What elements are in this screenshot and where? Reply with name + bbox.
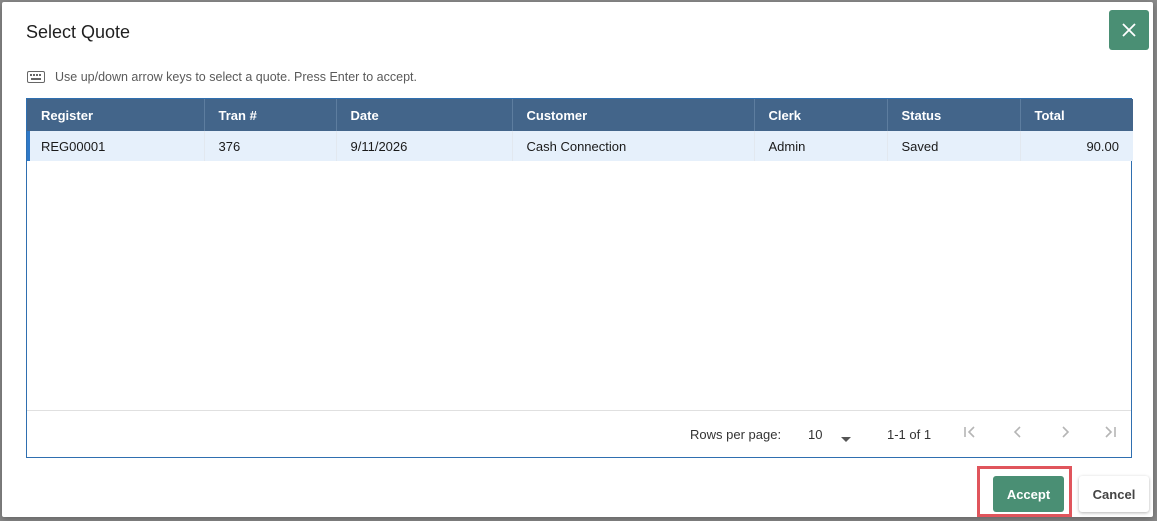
column-header-customer[interactable]: Customer — [512, 99, 755, 131]
column-header-clerk[interactable]: Clerk — [754, 99, 888, 131]
column-header-status[interactable]: Status — [887, 99, 1021, 131]
cell-total: 90.00 — [1020, 131, 1133, 161]
cell-clerk: Admin — [754, 131, 888, 161]
first-page-icon[interactable] — [963, 425, 977, 439]
hint-text: Use up/down arrow keys to select a quote… — [55, 70, 417, 84]
accept-button[interactable]: Accept — [993, 476, 1064, 512]
keyboard-hint: Use up/down arrow keys to select a quote… — [27, 70, 417, 84]
next-page-icon[interactable] — [1058, 425, 1072, 439]
cell-date: 9/11/2026 — [336, 131, 513, 161]
last-page-icon[interactable] — [1103, 425, 1117, 439]
cell-customer: Cash Connection — [512, 131, 755, 161]
cancel-button[interactable]: Cancel — [1079, 476, 1149, 512]
pagination-bar: Rows per page: 10 1-1 of 1 — [27, 410, 1131, 457]
table-header-row: Register Tran # Date Customer Clerk Stat… — [27, 99, 1133, 131]
quotes-table: Register Tran # Date Customer Clerk Stat… — [27, 99, 1133, 161]
cell-register: REG00001 — [27, 131, 205, 161]
column-header-tran[interactable]: Tran # — [204, 99, 337, 131]
close-icon — [1122, 23, 1136, 37]
chevron-down-icon[interactable] — [841, 431, 851, 446]
rows-per-page-label: Rows per page: — [690, 426, 782, 442]
cell-tran: 376 — [204, 131, 337, 161]
rows-per-page-select[interactable]: 10 — [808, 427, 822, 442]
quotes-grid: Register Tran # Date Customer Clerk Stat… — [26, 98, 1133, 458]
table-row[interactable]: REG00001 376 9/11/2026 Cash Connection A… — [27, 131, 1133, 161]
page-range: 1-1 of 1 — [887, 426, 932, 442]
close-button[interactable] — [1109, 10, 1149, 50]
column-header-register[interactable]: Register — [27, 99, 205, 131]
select-quote-dialog: Select Quote Use up/down arrow keys to s… — [2, 2, 1153, 517]
dialog-title: Select Quote — [26, 22, 131, 42]
column-header-date[interactable]: Date — [336, 99, 513, 131]
column-header-total[interactable]: Total — [1020, 99, 1133, 131]
cell-status: Saved — [887, 131, 1021, 161]
keyboard-icon — [27, 71, 45, 83]
prev-page-icon[interactable] — [1011, 425, 1025, 439]
